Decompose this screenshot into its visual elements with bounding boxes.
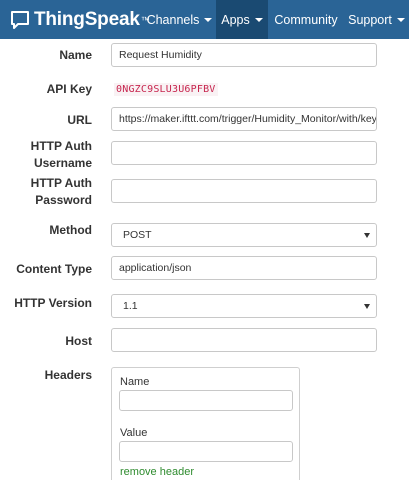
http-auth-username-label-line1: HTTP Auth bbox=[30, 139, 92, 153]
http-auth-username-label-line2: Username bbox=[33, 156, 92, 170]
remove-header-link[interactable]: remove header bbox=[120, 466, 194, 478]
http-version-label: HTTP Version bbox=[14, 296, 92, 310]
chevron-down-icon bbox=[364, 232, 370, 238]
api-key-value: 0NGZC9SLU3U6PFBV bbox=[114, 83, 218, 96]
nav-support[interactable]: Support bbox=[344, 0, 409, 39]
content-type-label: Content Type bbox=[16, 262, 92, 276]
nav-community-label: Community bbox=[274, 12, 338, 27]
headers-panel: Name Value remove header bbox=[111, 367, 300, 480]
brand-logo[interactable]: ThingSpeak ™ bbox=[0, 0, 150, 39]
chat-bubble-logo-icon bbox=[11, 10, 29, 29]
header-value-label: Value bbox=[120, 427, 148, 439]
host-label: Host bbox=[65, 334, 92, 348]
url-label: URL bbox=[67, 113, 92, 127]
method-select[interactable]: POST bbox=[111, 223, 377, 247]
headers-label: Headers bbox=[44, 368, 92, 382]
nav-support-label: Support bbox=[348, 12, 392, 27]
http-auth-password-label-line2: Password bbox=[35, 193, 92, 207]
header-name-input[interactable] bbox=[119, 390, 293, 411]
http-auth-password-label: HTTP Auth Password bbox=[0, 175, 92, 209]
name-label: Name bbox=[59, 48, 92, 62]
nav-apps[interactable]: Apps bbox=[216, 0, 268, 39]
header-name-label: Name bbox=[120, 376, 150, 388]
content-type-field[interactable]: application/json bbox=[111, 256, 377, 280]
nav-channels-label: Channels bbox=[146, 12, 200, 27]
nav-channels[interactable]: Channels bbox=[143, 0, 216, 39]
chevron-down-icon bbox=[254, 17, 263, 22]
top-navbar: ThingSpeak ™ Channels Apps Community Sup… bbox=[0, 0, 409, 39]
nav-community[interactable]: Community bbox=[268, 0, 344, 39]
http-auth-password-label-line1: HTTP Auth bbox=[30, 176, 92, 190]
api-key-label: API Key bbox=[46, 82, 92, 96]
url-field[interactable]: https://maker.ifttt.com/trigger/Humidity… bbox=[111, 107, 377, 131]
name-field[interactable]: Request Humidity bbox=[111, 43, 377, 67]
method-label: Method bbox=[49, 223, 92, 237]
http-auth-username-label: HTTP Auth Username bbox=[0, 138, 92, 172]
chevron-down-icon bbox=[364, 303, 370, 309]
http-auth-username-field[interactable] bbox=[111, 141, 377, 165]
http-auth-password-field[interactable] bbox=[111, 179, 377, 203]
url-field-value: https://maker.ifttt.com/trigger/Humidity… bbox=[119, 113, 377, 125]
nav-apps-label: Apps bbox=[221, 12, 250, 27]
name-field-value: Request Humidity bbox=[119, 49, 202, 61]
chevron-down-icon bbox=[396, 17, 405, 22]
host-field[interactable] bbox=[111, 328, 377, 352]
content-type-value: application/json bbox=[119, 262, 192, 274]
chevron-down-icon bbox=[204, 17, 213, 22]
http-version-select[interactable]: 1.1 bbox=[111, 294, 377, 318]
header-value-input[interactable] bbox=[119, 441, 293, 462]
http-version-selected-value: 1.1 bbox=[123, 300, 138, 312]
method-selected-value: POST bbox=[123, 229, 152, 241]
brand-name: ThingSpeak bbox=[34, 8, 140, 30]
